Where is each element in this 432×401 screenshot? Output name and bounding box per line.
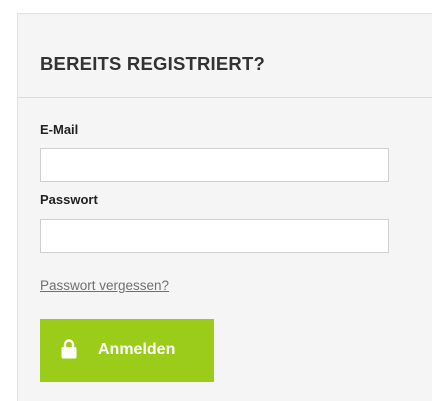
email-field[interactable] bbox=[40, 148, 389, 182]
login-title: BEREITS REGISTRIERT? bbox=[40, 53, 265, 74]
password-label: Passwort bbox=[40, 192, 98, 207]
login-button[interactable]: Anmelden bbox=[40, 319, 214, 382]
password-field[interactable] bbox=[40, 219, 389, 253]
lock-icon bbox=[61, 339, 77, 359]
login-button-label: Anmelden bbox=[98, 341, 176, 358]
email-label: E-Mail bbox=[40, 122, 79, 137]
login-panel: BEREITS REGISTRIERT? E-Mail Passwort Pas… bbox=[17, 13, 432, 401]
forgot-password-link[interactable]: Passwort vergessen? bbox=[40, 278, 169, 293]
title-divider bbox=[18, 97, 432, 98]
